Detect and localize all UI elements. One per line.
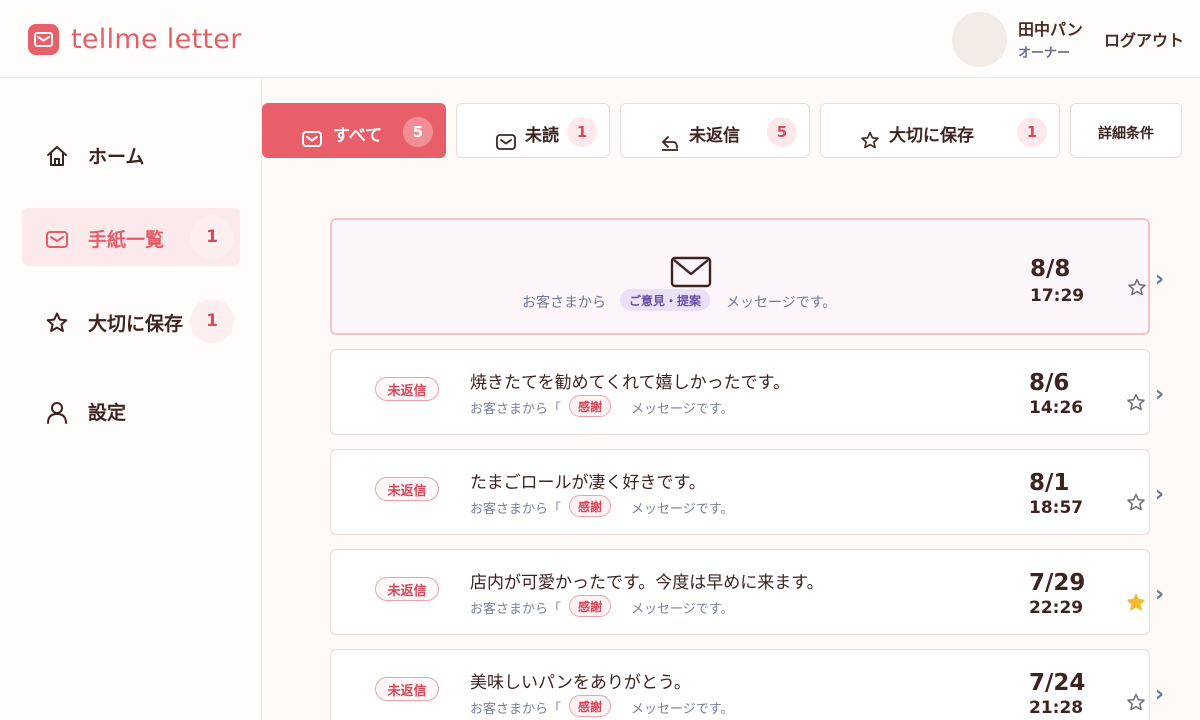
mail-icon [670,256,712,288]
tab-unread[interactable]: 未読 1 [456,103,610,158]
letter-title: 焼きたてを勧めてくれて嬉しかったです。 [470,373,790,393]
letter-card[interactable]: 未返信 美味しいパンをありがとう。 お客さまから「 感謝 メッセージです。 7/… [330,649,1150,720]
letter-card[interactable]: お客さまから ご意見・提案 メッセージです。 8/8 17:29 [330,218,1150,335]
letter-date: 8/1 [1029,470,1070,496]
status-badge: 未返信 [375,577,439,601]
logout-button[interactable]: ログアウト [1104,27,1184,51]
mail-icon [496,134,516,150]
letter-title: たまごロールが凄く好きです。 [470,473,706,493]
tab-label: 大切に保存 [889,126,974,146]
logo-mail-icon [28,24,59,55]
sidebar-item-label: ホーム [88,146,145,168]
sidebar-item-home[interactable]: ホーム [22,125,240,183]
sidebar-item-saved[interactable]: 大切に保存 1 [22,292,240,350]
category-badge: ご意見・提案 [620,289,711,311]
star-filled-icon[interactable] [1125,592,1147,614]
letter-time: 17:29 [1030,286,1085,306]
letter-date: 8/6 [1029,370,1070,396]
status-badge: 未返信 [375,377,439,401]
detail-filter-button[interactable]: 詳細条件 [1070,103,1182,158]
star-toggle-icon[interactable] [1126,277,1148,299]
detail-filter-label: 詳細条件 [1098,126,1154,142]
tab-all[interactable]: すべて 5 [262,103,446,158]
letter-sub-suffix: メッセージです。 [631,602,734,617]
category-badge: 感謝 [569,595,612,617]
chevron-right-icon[interactable]: › [1155,267,1164,292]
sidebar-item-label: 大切に保存 [88,313,184,335]
letter-date: 8/8 [1030,256,1071,282]
user-icon [47,402,67,424]
sidebar-item-label: 手紙一覧 [88,229,165,251]
tab-label: 未読 [525,126,559,146]
letter-title: 美味しいパンをありがとう。 [470,673,691,693]
letter-time: 14:26 [1029,398,1084,418]
chevron-right-icon[interactable]: › [1155,382,1164,407]
letter-time: 21:28 [1029,698,1084,718]
tab-unreplied[interactable]: 未返信 5 [620,103,810,158]
letter-sub-suffix: メッセージです。 [631,402,734,417]
mail-icon [46,231,68,248]
unread-count-badge: 1 [190,215,234,259]
sidebar-item-settings[interactable]: 設定 [22,381,240,439]
chevron-right-icon[interactable]: › [1155,582,1164,607]
tab-label: すべて [333,126,383,146]
star-toggle-icon[interactable] [1125,492,1147,514]
chevron-right-icon[interactable]: › [1155,482,1164,507]
letter-time: 18:57 [1029,498,1084,518]
tab-count-badge: 1 [567,117,597,147]
avatar[interactable] [952,12,1007,67]
star-toggle-icon[interactable] [1125,392,1147,414]
sidebar: ホーム 手紙一覧 1 大切に保存 1 設定 [0,79,262,720]
home-icon [47,146,67,166]
star-icon [46,312,68,332]
letter-sub-prefix: お客さまから「 [470,702,562,717]
mail-icon [302,131,322,147]
chevron-right-icon[interactable]: › [1155,682,1164,707]
category-badge: 感謝 [569,395,612,417]
letter-time: 22:29 [1029,598,1084,618]
letter-sub-suffix: メッセージです。 [726,295,837,311]
sidebar-item-label: 設定 [88,402,127,424]
letter-sub-prefix: お客さまから「 [470,402,562,417]
star-toggle-icon[interactable] [1125,692,1147,714]
saved-count-badge: 1 [190,299,234,343]
letter-sub-suffix: メッセージです。 [631,702,734,717]
tab-count-badge: 1 [1017,117,1047,147]
tab-label: 未返信 [689,126,740,146]
tab-count-badge: 5 [403,117,433,147]
letter-card[interactable]: 未返信 たまごロールが凄く好きです。 お客さまから「 感謝 メッセージです。 8… [330,449,1150,535]
letter-sub-suffix: メッセージです。 [631,502,734,517]
tab-count-badge: 5 [767,117,797,147]
status-badge: 未返信 [375,477,439,501]
logo-text: tellme letter [71,24,242,55]
category-badge: 感謝 [569,695,612,717]
user-name: 田中パン [1018,20,1083,39]
reply-icon [662,136,678,151]
category-badge: 感謝 [569,495,612,517]
letter-date: 7/24 [1029,670,1086,696]
user-role: オーナー [1018,46,1071,61]
letter-card[interactable]: 未返信 焼きたてを勧めてくれて嬉しかったです。 お客さまから「 感謝 メッセージ… [330,349,1150,435]
letter-date: 7/29 [1029,570,1086,596]
letter-card[interactable]: 未返信 店内が可愛かったです。今度は早めに来ます。 お客さまから「 感謝 メッセ… [330,549,1150,635]
letter-sub-prefix: お客さまから [522,295,606,311]
letter-title: 店内が可愛かったです。今度は早めに来ます。 [470,573,824,593]
logo[interactable]: tellme letter [28,24,242,55]
letter-sub-prefix: お客さまから「 [470,602,562,617]
tab-saved[interactable]: 大切に保存 1 [820,103,1060,158]
star-icon [861,131,879,149]
status-badge: 未返信 [375,677,439,701]
sidebar-item-letters[interactable]: 手紙一覧 1 [22,208,240,266]
letter-sub-prefix: お客さまから「 [470,502,562,517]
app-header: tellme letter 田中パン オーナー ログアウト [0,0,1200,78]
